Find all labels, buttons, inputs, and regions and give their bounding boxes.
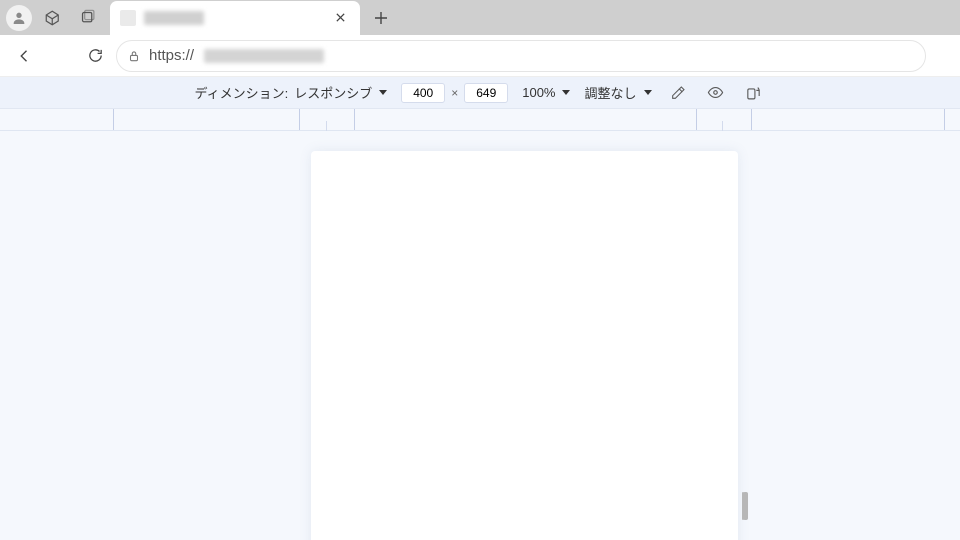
lock-icon [127,49,141,63]
nav-row: https:// [0,35,960,77]
rotate-device-icon[interactable] [742,81,766,105]
zoom-selector[interactable]: 100% [522,85,570,100]
ruler [0,109,960,131]
scrollbar-thumb[interactable] [743,492,748,520]
dimension-x: × [449,86,460,100]
device-frame[interactable] [311,151,738,540]
dimension-inputs: × [401,83,508,103]
dimension-label: ディメンション: [195,83,289,102]
width-input[interactable] [401,83,445,103]
back-button[interactable] [8,39,42,73]
chevron-down-icon [379,90,387,95]
url-text: https:// [149,47,194,64]
chevron-down-icon [562,90,570,95]
eyedropper-icon[interactable] [666,81,690,105]
dimension-selector[interactable]: ディメンション: レスポンシブ [195,83,388,102]
tab-strip [0,0,960,35]
dimension-mode: レスポンシブ [294,83,372,102]
forward-button-spacer [46,39,74,73]
address-bar[interactable]: https:// [116,40,926,72]
viewport-area [0,131,960,540]
zoom-value: 100% [522,85,555,100]
browser-tab[interactable] [110,1,360,35]
device-toolbar: ディメンション: レスポンシブ × 100% 調整なし [0,77,960,109]
url-blurred [204,49,324,63]
profile-avatar[interactable] [6,5,32,31]
throttling-selector[interactable]: 調整なし [584,83,651,102]
chevron-down-icon [644,90,652,95]
tab-close-button[interactable] [330,8,350,28]
tab-title [144,11,204,25]
reload-button[interactable] [78,39,112,73]
throttling-value: 調整なし [584,83,636,102]
tab-favicon [120,10,136,26]
new-tab-button[interactable] [366,3,396,33]
workspaces-icon[interactable] [36,1,70,35]
eye-icon[interactable] [704,81,728,105]
height-input[interactable] [464,83,508,103]
collections-icon[interactable] [70,1,104,35]
